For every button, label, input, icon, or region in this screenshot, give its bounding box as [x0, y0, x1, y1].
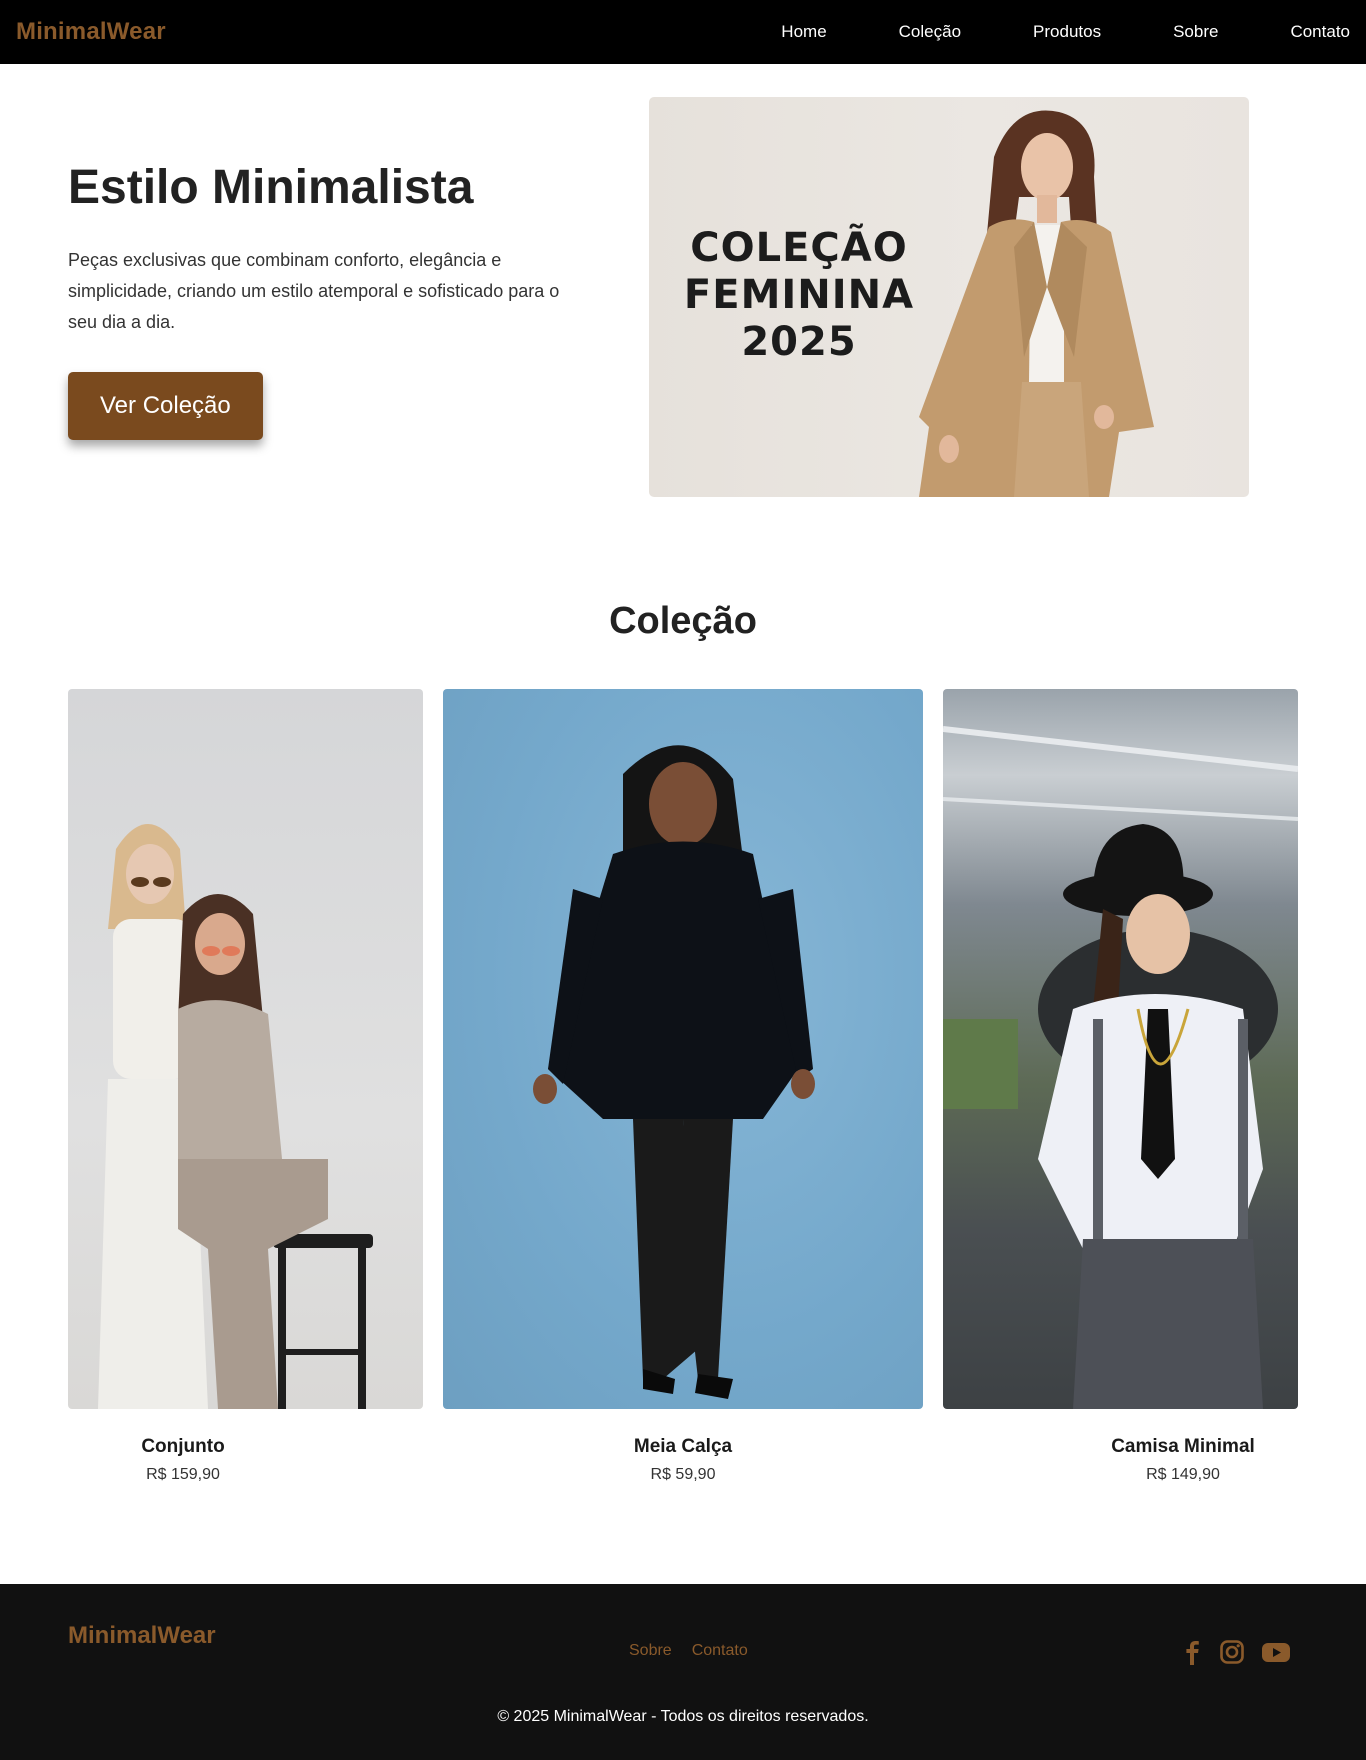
- product-name-camisa-minimal[interactable]: Camisa Minimal: [1068, 1436, 1298, 1458]
- hero-title: Estilo Minimalista: [68, 161, 474, 214]
- nav-produtos[interactable]: Produtos: [1033, 22, 1101, 42]
- product-price-meia-calca: R$ 59,90: [650, 1466, 716, 1483]
- nav-colecao[interactable]: Coleção: [899, 22, 961, 42]
- collection-title: Coleção: [609, 600, 757, 642]
- top-navbar: MinimalWear Home Coleção Produtos Sobre …: [0, 0, 1366, 64]
- meia-calca-illustration: [533, 745, 815, 1399]
- main-nav: Home Coleção Produtos Sobre Contato: [709, 22, 1350, 42]
- hero-description: Peças exclusivas que combinam conforto, …: [68, 250, 560, 332]
- instagram-icon[interactable]: [1218, 1638, 1246, 1666]
- hero-banner-image: COLEÇÃO FEMININA 2025: [649, 97, 1249, 497]
- product-name-conjunto[interactable]: Conjunto: [68, 1436, 298, 1458]
- footer-link-sobre[interactable]: Sobre: [629, 1642, 672, 1660]
- nav-contato[interactable]: Contato: [1290, 22, 1350, 42]
- product-name-meia-calca[interactable]: Meia Calça: [565, 1436, 801, 1458]
- footer-links: Sobre Contato: [629, 1642, 748, 1660]
- product-price-camisa-minimal: R$ 149,90: [1146, 1466, 1220, 1483]
- ver-colecao-button[interactable]: Ver Coleção: [68, 372, 263, 440]
- site-footer: MinimalWear Sobre Contato © 2025 Minimal…: [0, 1584, 1366, 1760]
- youtube-icon[interactable]: [1260, 1638, 1292, 1666]
- product-price-conjunto: R$ 159,90: [146, 1466, 220, 1483]
- hero-content: Estilo Minimalista Peças exclusivas que …: [68, 160, 568, 440]
- banner-model-illustration: [919, 110, 1154, 497]
- copyright-text: © 2025 MinimalWear - Todos os direitos r…: [497, 1708, 869, 1725]
- product-image-meia-calca[interactable]: [443, 689, 923, 1409]
- nav-home[interactable]: Home: [781, 22, 826, 42]
- camisa-minimal-illustration: [943, 726, 1298, 1409]
- product-image-camisa-minimal[interactable]: [943, 689, 1298, 1409]
- nav-sobre[interactable]: Sobre: [1173, 22, 1218, 42]
- footer-link-contato[interactable]: Contato: [692, 1642, 748, 1660]
- brand-logo[interactable]: MinimalWear: [16, 18, 166, 46]
- facebook-icon[interactable]: [1178, 1638, 1206, 1666]
- conjunto-illustration: [98, 824, 373, 1409]
- product-image-conjunto[interactable]: [68, 689, 423, 1409]
- footer-brand[interactable]: MinimalWear: [68, 1622, 216, 1650]
